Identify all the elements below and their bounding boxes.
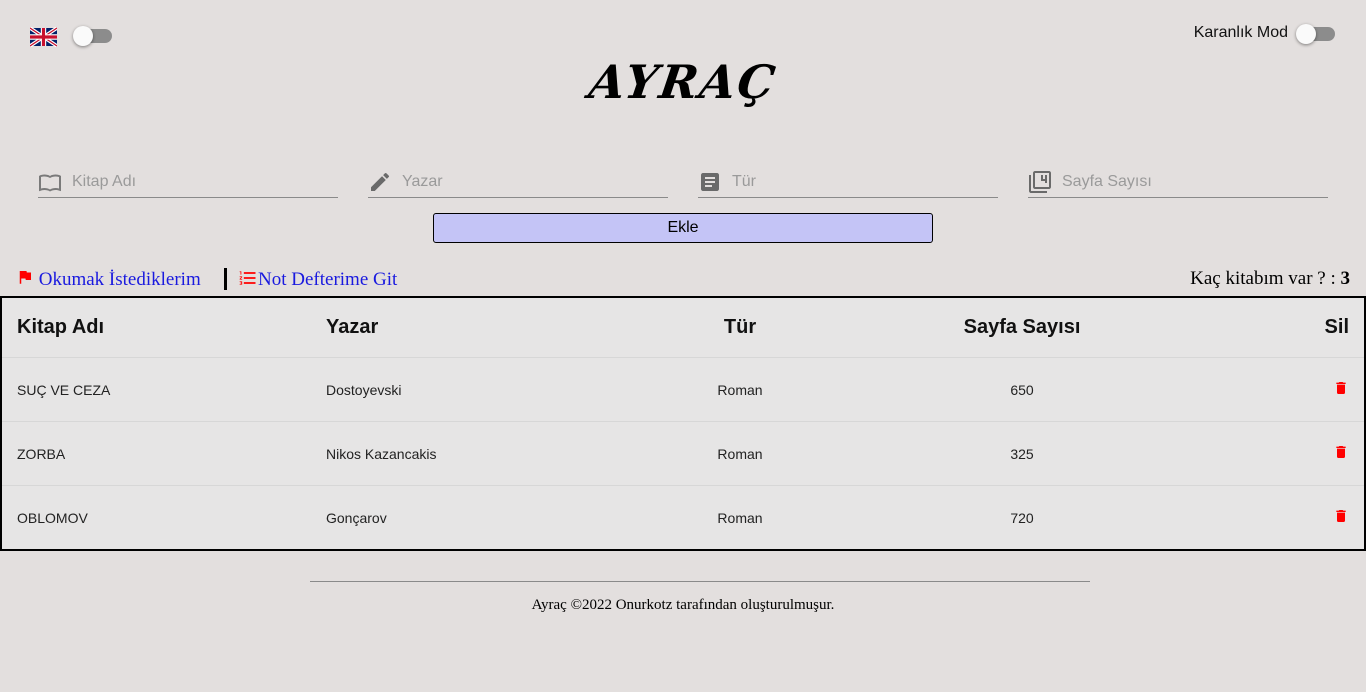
header-delete: Sil (1191, 297, 1365, 358)
trash-icon[interactable] (1333, 506, 1349, 526)
cell-delete (1191, 486, 1365, 551)
cell-author: Nikos Kazancakis (314, 421, 627, 486)
footer-divider (310, 581, 1090, 582)
uk-flag-icon[interactable] (30, 27, 57, 47)
numbered-list-icon (239, 271, 256, 285)
footer-text: Ayraç ©2022 Onurkotz tarafından oluşturu… (531, 597, 835, 613)
cell-pages: 720 (1010, 509, 1034, 526)
dark-mode-toggle[interactable] (1296, 24, 1335, 44)
cell-pages: 325 (853, 421, 1191, 486)
cell-book-name: OBLOMOV (17, 509, 88, 526)
cell-genre: Roman (717, 509, 763, 526)
table-header-row: Kitap Adı Yazar Tür Sayfa Sayısı Sil (1, 297, 1365, 358)
notebook-link[interactable]: Not Defterime Git (238, 268, 397, 291)
table-row: ZORBA Nikos Kazancakis Roman 325 (1, 421, 1365, 486)
link-separator (224, 268, 227, 290)
book-name-field (38, 164, 338, 198)
cell-delete (1191, 357, 1365, 422)
book-name-input[interactable] (70, 168, 334, 196)
table-row: SUÇ VE CEZA Dostoyevski Roman 650 (1, 357, 1365, 422)
cell-book-name: SUÇ VE CEZA (1, 357, 314, 422)
cell-pages: 650 (853, 357, 1191, 422)
language-toggle[interactable] (73, 26, 112, 46)
cell-delete (1191, 421, 1365, 486)
book-count: Kaç kitabım var ? : 3 (1190, 268, 1350, 290)
cell-author: Dostoyevski (314, 357, 627, 422)
app-logo: AYRAÇ (585, 55, 781, 109)
document-icon (701, 173, 719, 191)
cell-book-name: ZORBA (1, 421, 314, 486)
author-field (368, 164, 668, 198)
book-form (0, 164, 1366, 200)
book-count-value: 3 (1340, 268, 1351, 289)
toggle-knob (73, 26, 93, 46)
header-book-name: Kitap Adı (1, 297, 314, 358)
pages-input[interactable] (1060, 168, 1324, 196)
link-bar: Okumak İstediklerim Not Defterime Git Ka… (0, 266, 1366, 294)
dark-mode-label: Karanlık Mod (1193, 24, 1288, 41)
cell-author: Gonçarov (326, 509, 387, 526)
pencil-icon (371, 172, 390, 191)
read-list-label: Okumak İstediklerim (38, 269, 201, 290)
flag-icon (19, 271, 31, 284)
pages-field (1028, 164, 1328, 198)
cell-genre: Roman (627, 357, 853, 422)
notebook-label: Not Defterime Git (258, 269, 398, 290)
open-book-icon (39, 174, 61, 192)
trash-icon[interactable] (1333, 378, 1349, 398)
genre-field (698, 164, 998, 198)
header-genre: Tür (627, 297, 853, 358)
trash-icon[interactable] (1333, 442, 1349, 462)
add-button[interactable]: Ekle (433, 213, 933, 243)
cell-genre: Roman (627, 421, 853, 486)
header-author: Yazar (314, 297, 627, 358)
table-row: OBLOMOV Gonçarov Roman 720 (1, 486, 1365, 551)
book-count-label: Kaç kitabım var ? : (1190, 268, 1341, 289)
author-input[interactable] (400, 168, 664, 196)
genre-input[interactable] (730, 168, 994, 196)
page-count-icon (1029, 171, 1051, 193)
toggle-knob (1296, 24, 1316, 44)
books-table: Kitap Adı Yazar Tür Sayfa Sayısı Sil SUÇ… (0, 296, 1366, 551)
header-pages: Sayfa Sayısı (853, 297, 1191, 358)
read-list-link[interactable]: Okumak İstediklerim (16, 268, 201, 291)
